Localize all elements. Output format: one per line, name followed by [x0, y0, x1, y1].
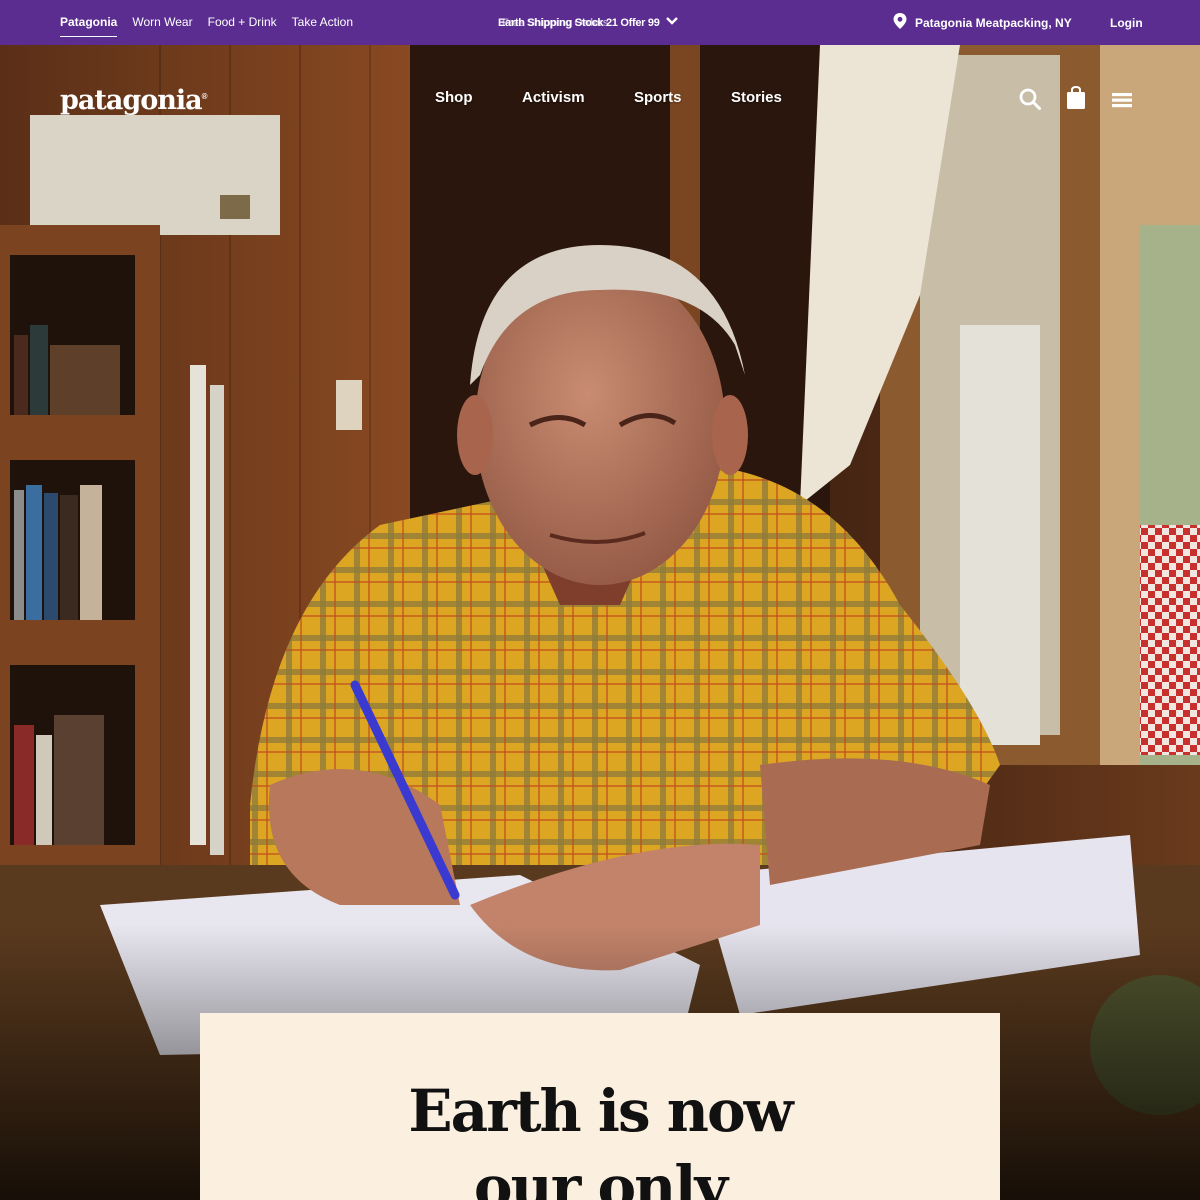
- headline-card: Earth is now our only: [200, 1013, 1000, 1200]
- hero-headline-line-2: our only: [473, 1153, 728, 1200]
- menu-icon[interactable]: [1112, 92, 1132, 113]
- nav-link-sports[interactable]: Sports: [634, 89, 682, 106]
- brand-link-worn-wear[interactable]: Worn Wear: [132, 15, 192, 31]
- store-name: Patagonia Meatpacking, NY: [915, 15, 1072, 30]
- chevron-down-icon: [665, 16, 678, 29]
- nav-link-shop[interactable]: Shop: [435, 89, 473, 106]
- main-navigation: patagonia® Shop Activism Sports Stories: [0, 45, 1200, 155]
- hero-headline: Earth is now our only: [200, 1073, 1000, 1200]
- brand-switcher: Patagonia Worn Wear Food + Drink Take Ac…: [60, 0, 353, 45]
- nav-link-activism[interactable]: Activism: [522, 89, 585, 106]
- nav-actions: [1019, 85, 1139, 115]
- promo-ticker[interactable]: Earth Shipping Stock 21 Offer 99 Free Sh…: [498, 0, 678, 45]
- utility-bar: Patagonia Worn Wear Food + Drink Take Ac…: [0, 0, 1200, 45]
- brand-link-patagonia[interactable]: Patagonia: [60, 15, 118, 37]
- logo-registered-mark: ®: [201, 92, 208, 101]
- bag-icon[interactable]: [1066, 85, 1086, 115]
- store-locator[interactable]: Patagonia Meatpacking, NY: [893, 0, 1072, 45]
- login-link[interactable]: Login: [1110, 0, 1143, 45]
- search-icon[interactable]: [1019, 88, 1041, 115]
- patagonia-logo[interactable]: patagonia®: [60, 85, 207, 116]
- brand-link-food-drink[interactable]: Food + Drink: [208, 15, 277, 31]
- promo-text-overlap: Free Shipping Orders: [502, 16, 609, 29]
- hero-headline-line-1: Earth is now: [408, 1077, 793, 1145]
- brand-link-take-action[interactable]: Take Action: [292, 15, 353, 31]
- nav-link-stories[interactable]: Stories: [731, 89, 782, 106]
- promo-text: Earth Shipping Stock 21 Offer 99 Free Sh…: [498, 17, 660, 29]
- location-pin-icon: [893, 13, 907, 32]
- logo-wordmark: patagonia: [60, 85, 203, 116]
